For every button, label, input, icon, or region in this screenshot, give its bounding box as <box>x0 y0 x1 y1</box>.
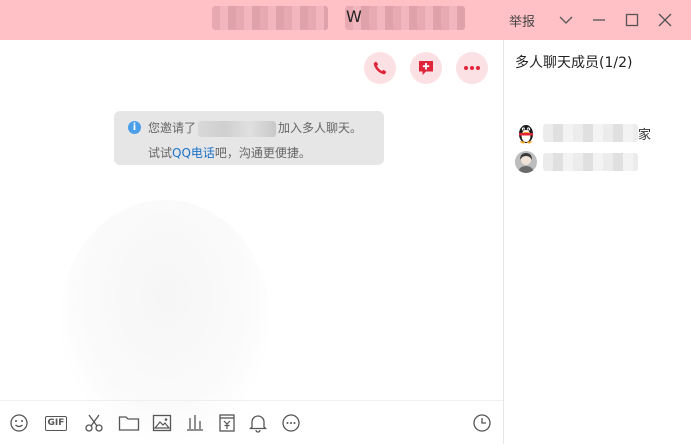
title-bar: W 举报 <box>0 0 691 40</box>
notice-text: 您邀请了 <box>148 121 197 135</box>
voice-call-button[interactable] <box>364 52 396 84</box>
members-sidebar: 多人聊天成员(1/2) 家 <box>504 40 691 444</box>
members-title: 多人聊天成员(1/2) <box>515 55 633 71</box>
chart-icon[interactable] <box>183 411 207 435</box>
yuan-icon[interactable] <box>215 411 239 435</box>
notice-line-1: 您邀请了 加入多人聊天。 <box>148 119 362 137</box>
image-icon[interactable] <box>150 411 174 435</box>
chat-area <box>0 40 503 444</box>
bell-icon[interactable] <box>246 411 270 435</box>
member-name-suffix: 家 <box>638 127 652 143</box>
member-item[interactable]: 家 <box>515 120 651 146</box>
minimize-icon[interactable] <box>582 0 615 40</box>
notice-text: 试试 <box>148 146 173 160</box>
ellipsis-icon <box>464 66 480 70</box>
photo-avatar <box>515 151 537 173</box>
report-button[interactable]: 举报 <box>509 11 535 30</box>
scissors-icon[interactable] <box>82 411 106 435</box>
phone-icon <box>373 61 387 75</box>
notice-text: 吧，沟通更便捷。 <box>214 146 311 160</box>
qq-call-link[interactable]: QQ电话 <box>172 146 215 160</box>
maximize-icon[interactable] <box>615 0 648 40</box>
title-blurred-part <box>345 6 465 30</box>
gif-icon[interactable]: GIF <box>42 411 70 435</box>
blurred-member-name <box>543 153 638 171</box>
notice-text: 加入多人聊天。 <box>278 121 363 135</box>
gif-label: GIF <box>44 415 68 431</box>
info-icon: i <box>128 121 141 134</box>
title-blurred-part <box>212 6 328 30</box>
notice-line-2: 试试QQ电话吧，沟通更便捷。 <box>148 144 311 161</box>
emoji-icon[interactable] <box>7 411 31 435</box>
blurred-name <box>198 120 277 137</box>
member-item[interactable] <box>515 149 638 175</box>
add-member-button[interactable] <box>410 52 442 84</box>
history-clock-icon[interactable] <box>470 411 494 435</box>
more-circle-icon[interactable] <box>279 411 303 435</box>
add-chat-icon <box>419 61 433 75</box>
window-title: W <box>346 7 362 26</box>
chevron-down-icon[interactable] <box>549 0 582 40</box>
system-notice: i 您邀请了 加入多人聊天。 试试QQ电话吧，沟通更便捷。 <box>114 111 384 165</box>
close-icon[interactable] <box>648 0 681 40</box>
blurred-member-name <box>543 124 638 142</box>
qq-penguin-avatar <box>515 122 537 144</box>
folder-icon[interactable] <box>117 411 141 435</box>
input-toolbar: GIF <box>0 400 503 445</box>
window-controls: 举报 <box>509 0 681 40</box>
more-button[interactable] <box>456 52 488 84</box>
